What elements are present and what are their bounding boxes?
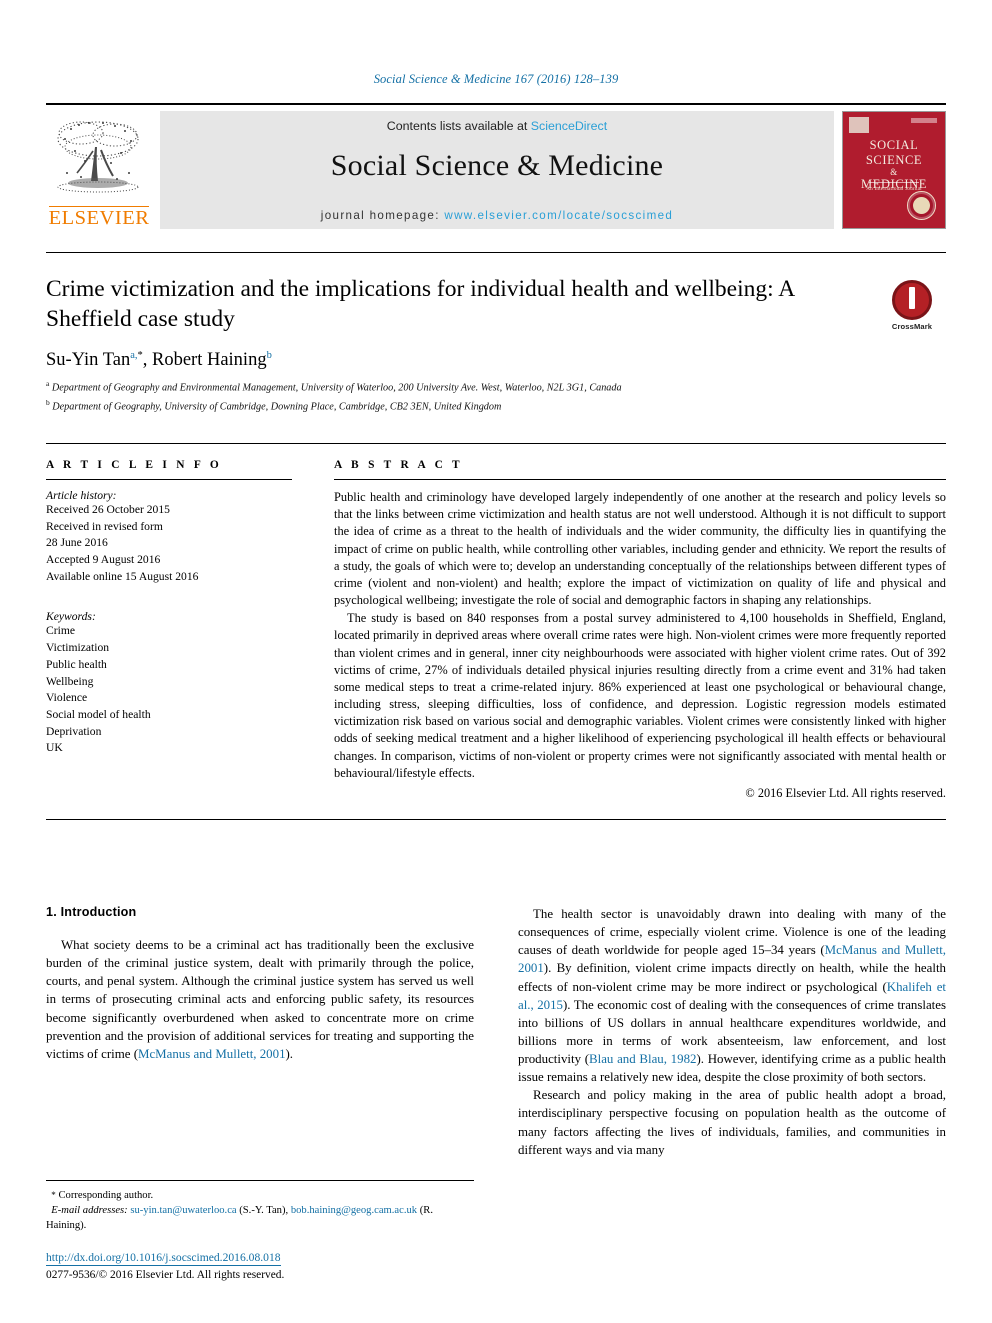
article-history-item: Received in revised form	[46, 519, 163, 533]
crossmark-badge[interactable]: CrossMark	[881, 280, 943, 331]
article-info-column: A R T I C L E I N F O Article history: R…	[46, 459, 308, 801]
article-info-heading: A R T I C L E I N F O	[46, 459, 223, 471]
cover-divider	[869, 182, 919, 183]
keyword-item: Violence	[46, 691, 88, 705]
paragraph-text: ). By definition, violent crime impacts …	[518, 961, 946, 994]
journal-title: Social Science & Medicine	[330, 149, 664, 182]
paragraph-text-tail: ).	[285, 1046, 294, 1061]
issn-copyright-line: 0277-9536/© 2016 Elsevier Ltd. All right…	[46, 1269, 285, 1282]
doi-link[interactable]: http://dx.doi.org/10.1016/j.socscimed.20…	[46, 1251, 281, 1267]
body-paragraph: The health sector is unavoidably drawn i…	[518, 905, 946, 1086]
abstract-paragraph: Public health and criminology have devel…	[334, 490, 946, 608]
homepage-url-link[interactable]: www.elsevier.com/locate/socscimed	[444, 209, 673, 222]
keyword-item: Public health	[46, 657, 107, 671]
article-history-item: Received 26 October 2015	[46, 503, 170, 516]
keyword-item: Wellbeing	[46, 674, 94, 688]
journal-homepage-line: journal homepage: www.elsevier.com/locat…	[160, 209, 834, 222]
keyword-item: Victimization	[46, 641, 110, 655]
info-bottom-rule	[46, 818, 946, 820]
author-name-2: Robert Haining	[152, 350, 267, 371]
affiliation-b-mark: b	[46, 397, 50, 407]
email-owner-1: (S.-Y. Tan)	[239, 1205, 286, 1217]
journal-cover-thumbnail: SOCIAL SCIENCE & MEDICINE An Internation…	[842, 111, 946, 229]
info-top-rule	[46, 443, 946, 444]
footnote-period: .	[83, 1220, 87, 1232]
elsevier-wordmark: ELSEVIER	[48, 205, 150, 229]
body-column-right: The health sector is unavoidably drawn i…	[518, 905, 946, 1159]
author-1-affil-mark: a,	[130, 350, 138, 362]
email-link-1[interactable]: su-yin.tan@uwaterloo.ca	[130, 1205, 236, 1216]
cover-title-amp: &	[890, 166, 898, 177]
article-history-item: 28 June 2016	[46, 536, 108, 550]
keywords-group: Keywords: Crime Victimization Public hea…	[46, 610, 292, 757]
cover-seal-icon	[907, 191, 936, 220]
corresponding-star-icon: *	[51, 1190, 56, 1200]
info-abstract-block: A R T I C L E I N F O Article history: R…	[46, 443, 946, 820]
body-paragraph: What society deems to be a criminal act …	[46, 936, 474, 1063]
author-separator: ,	[142, 350, 152, 371]
title-block: CrossMark Crime victimization and the im…	[46, 252, 946, 414]
paragraph-text: What society deems to be a criminal act …	[46, 938, 474, 1061]
author-list: Su-Yin Tana,*, Robert Hainingb	[46, 350, 946, 371]
body-columns: 1. Introduction What society deems to be…	[46, 905, 946, 1159]
author-name-1: Su-Yin Tan	[46, 350, 131, 371]
keyword-item: Deprivation	[46, 724, 102, 738]
affiliation-b: b Department of Geography, University of…	[46, 397, 946, 414]
homepage-prefix: journal homepage:	[320, 209, 445, 222]
body-paragraph: Research and policy making in the area o…	[518, 1088, 946, 1157]
doi-block: http://dx.doi.org/10.1016/j.socscimed.20…	[46, 1248, 486, 1281]
email-addresses-label: E-mail addresses:	[51, 1205, 128, 1217]
paper-page: Social Science & Medicine 167 (2016) 128…	[0, 0, 992, 1323]
sciencedirect-link[interactable]: ScienceDirect	[531, 119, 607, 133]
email-addresses-note: E-mail addresses: su-yin.tan@uwaterloo.c…	[46, 1203, 474, 1233]
keyword-item: Crime	[46, 624, 75, 638]
cover-logo-block	[849, 117, 869, 133]
section-heading-introduction: 1. Introduction	[46, 905, 137, 919]
cover-title: SOCIAL SCIENCE & MEDICINE	[843, 138, 945, 192]
abstract-column: A B S T R A C T Public health and crimin…	[308, 459, 946, 801]
affiliation-a-mark: a	[46, 379, 50, 389]
elsevier-tree-icon	[57, 121, 139, 193]
citation-link[interactable]: Blau and Blau, 1982	[589, 1052, 696, 1066]
cover-title-line1: SOCIAL	[869, 138, 919, 152]
keyword-item: UK	[46, 741, 63, 755]
cover-title-line2: SCIENCE	[865, 152, 923, 167]
cover-subtitle: An International Journal	[866, 186, 922, 192]
journal-banner: Contents lists available at ScienceDirec…	[160, 111, 834, 229]
abstract-rule	[334, 479, 946, 480]
affiliation-a-text: Department of Geography and Environmenta…	[51, 382, 622, 394]
body-column-left: 1. Introduction What society deems to be…	[46, 905, 474, 1159]
article-info-rule	[46, 479, 292, 480]
running-head: Social Science & Medicine 167 (2016) 128…	[373, 72, 619, 86]
abstract-heading: A B S T R A C T	[334, 459, 463, 471]
title-top-rule	[46, 252, 946, 253]
keywords-label: Keywords:	[46, 610, 96, 624]
citation-link[interactable]: McManus and Mullett, 2001	[138, 1047, 286, 1061]
corresponding-author-text: Corresponding author.	[58, 1190, 154, 1201]
article-history-label: Article history:	[46, 489, 117, 502]
article-history-item: Accepted 9 August 2016	[46, 553, 161, 567]
page-title: Crime victimization and the implications…	[46, 276, 794, 333]
cover-top-stripe	[911, 118, 937, 123]
contents-available-line: Contents lists available at ScienceDirec…	[387, 119, 607, 133]
abstract-copyright: © 2016 Elsevier Ltd. All rights reserved…	[745, 785, 946, 800]
masthead-top-rule	[46, 103, 946, 105]
article-history-item: Available online 15 August 2016	[46, 569, 199, 583]
author-2-affil-mark: b	[266, 350, 272, 362]
footnote-block: * Corresponding author. E-mail addresses…	[46, 1180, 474, 1233]
abstract-paragraph: The study is based on 840 responses from…	[334, 611, 946, 780]
affiliation-b-text: Department of Geography, University of C…	[52, 401, 502, 413]
contents-prefix: Contents lists available at	[386, 119, 531, 133]
journal-masthead: ELSEVIER Contents lists available at Sci…	[46, 103, 946, 229]
keyword-item: Social model of health	[46, 707, 151, 721]
crossmark-label: CrossMark	[891, 322, 933, 331]
elsevier-logo: ELSEVIER	[46, 111, 152, 229]
email-link-2[interactable]: bob.haining@geog.cam.ac.uk	[291, 1205, 417, 1216]
affiliation-a: a Department of Geography and Environmen…	[46, 378, 946, 395]
crossmark-icon	[892, 280, 932, 320]
corresponding-author-note: * Corresponding author.	[46, 1188, 474, 1203]
